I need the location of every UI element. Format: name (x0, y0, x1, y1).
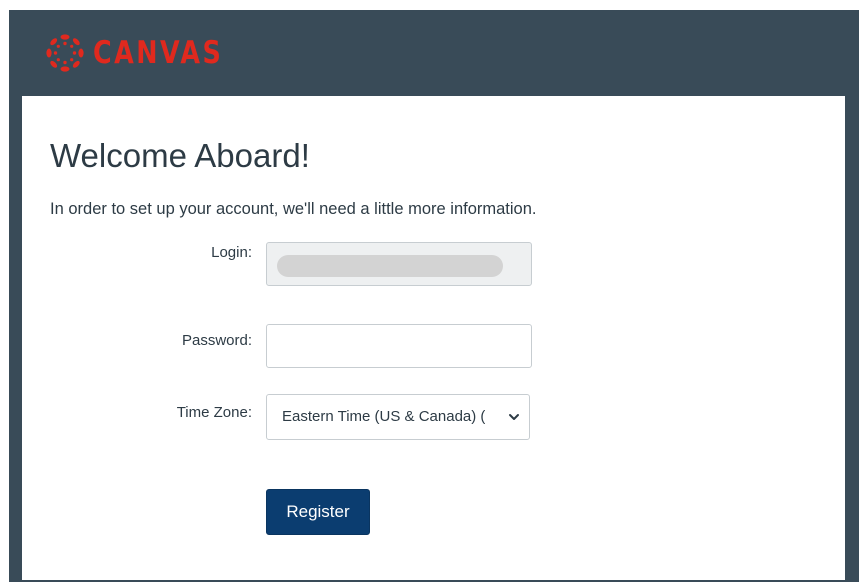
time-zone-select[interactable]: Eastern Time (US & Canada) ( (266, 394, 530, 440)
canvas-logo-icon (46, 34, 84, 72)
time-zone-label: Time Zone: (176, 404, 252, 421)
header-bar: CANVAS (9, 10, 859, 96)
password-label: Password: (181, 332, 252, 349)
intro-text: In order to set up your account, we'll n… (50, 200, 537, 218)
time-zone-value: Eastern Time (US & Canada) ( (282, 408, 486, 425)
brand-name: CANVAS (93, 35, 224, 71)
register-button[interactable]: Register (266, 489, 370, 535)
page-title: Welcome Aboard! (50, 137, 310, 174)
chevron-down-icon (509, 414, 519, 420)
login-field (266, 242, 532, 286)
registration-card: Welcome Aboard! In order to set up your … (22, 96, 845, 580)
login-label: Login: (211, 244, 252, 261)
password-field[interactable] (266, 324, 532, 368)
redaction-mark (277, 255, 503, 277)
app-frame: CANVAS Welcome Aboard! In order to set u… (9, 10, 859, 582)
canvas-logo[interactable]: CANVAS (45, 33, 252, 73)
